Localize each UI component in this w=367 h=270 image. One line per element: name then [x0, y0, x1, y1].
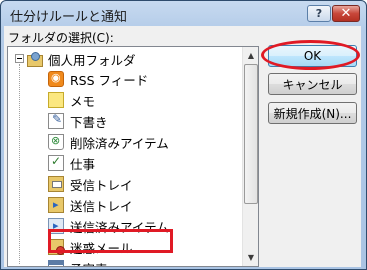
tree-scrollbar[interactable]: ▲ ▼ — [242, 47, 258, 266]
scroll-up-icon[interactable]: ▲ — [243, 47, 258, 64]
tree-item-label: 仕事 — [70, 156, 96, 172]
tree-item-drafts[interactable]: 下書き — [48, 111, 108, 131]
dialog-body: フォルダの選択(C): 個人用フォルダ RSS フィード メモ 下書き — [4, 26, 361, 267]
tree-item-inbox[interactable]: 受信トレイ — [48, 174, 133, 194]
scroll-down-icon[interactable]: ▼ — [243, 249, 258, 266]
new-folder-button[interactable]: 新規作成(N)... — [268, 102, 357, 124]
deleted-items-icon — [48, 134, 64, 150]
cancel-button[interactable]: キャンセル — [268, 73, 357, 95]
tree-item-outbox[interactable]: 送信トレイ — [48, 195, 133, 215]
tree-item-deleted-items[interactable]: 削除済みアイテム — [48, 132, 169, 152]
ok-highlight-annotation — [261, 40, 360, 70]
tree-item-label: 下書き — [70, 114, 108, 130]
scroll-thumb[interactable] — [244, 64, 258, 204]
personal-folders-icon — [26, 51, 43, 67]
tree-item-label: 受信トレイ — [70, 177, 133, 193]
tree-item-label: 送信トレイ — [70, 198, 133, 214]
tree-item-label: メモ — [70, 93, 96, 109]
tree-root-personal-folders[interactable]: 個人用フォルダ — [26, 49, 136, 69]
window-title: 仕分けルールと通知 — [10, 10, 128, 25]
calendar-icon — [48, 260, 64, 266]
notes-icon — [48, 92, 64, 108]
folder-select-label: フォルダの選択(C): — [8, 31, 114, 45]
drafts-icon — [48, 112, 64, 129]
tree-item-rss[interactable]: RSS フィード — [48, 69, 148, 89]
title-bar[interactable]: 仕分けルールと通知 ? ✕ — [1, 1, 366, 27]
tree-root-label: 個人用フォルダ — [48, 52, 136, 68]
dialog-window: 仕分けルールと通知 ? ✕ フォルダの選択(C): 個人用フォルダ RSS フィ… — [0, 0, 367, 270]
tree-item-label: RSS フィード — [70, 72, 149, 88]
tree-item-calendar[interactable]: 予定表 — [48, 258, 108, 267]
tasks-icon — [48, 154, 64, 171]
tree-item-label: 予定表 — [70, 259, 108, 267]
rss-icon — [48, 71, 64, 87]
tree-item-label: 削除済みアイテム — [70, 135, 169, 151]
tree-item-notes[interactable]: メモ — [48, 90, 95, 110]
close-button[interactable]: ✕ — [332, 5, 360, 22]
tree-guide-line — [19, 64, 20, 264]
tree-item-tasks[interactable]: 仕事 — [48, 153, 95, 173]
junk-email-highlight-annotation — [48, 229, 173, 253]
collapse-toggle-icon[interactable] — [15, 54, 24, 63]
outbox-icon — [48, 197, 64, 213]
inbox-icon — [48, 176, 64, 192]
help-button[interactable]: ? — [307, 5, 331, 22]
